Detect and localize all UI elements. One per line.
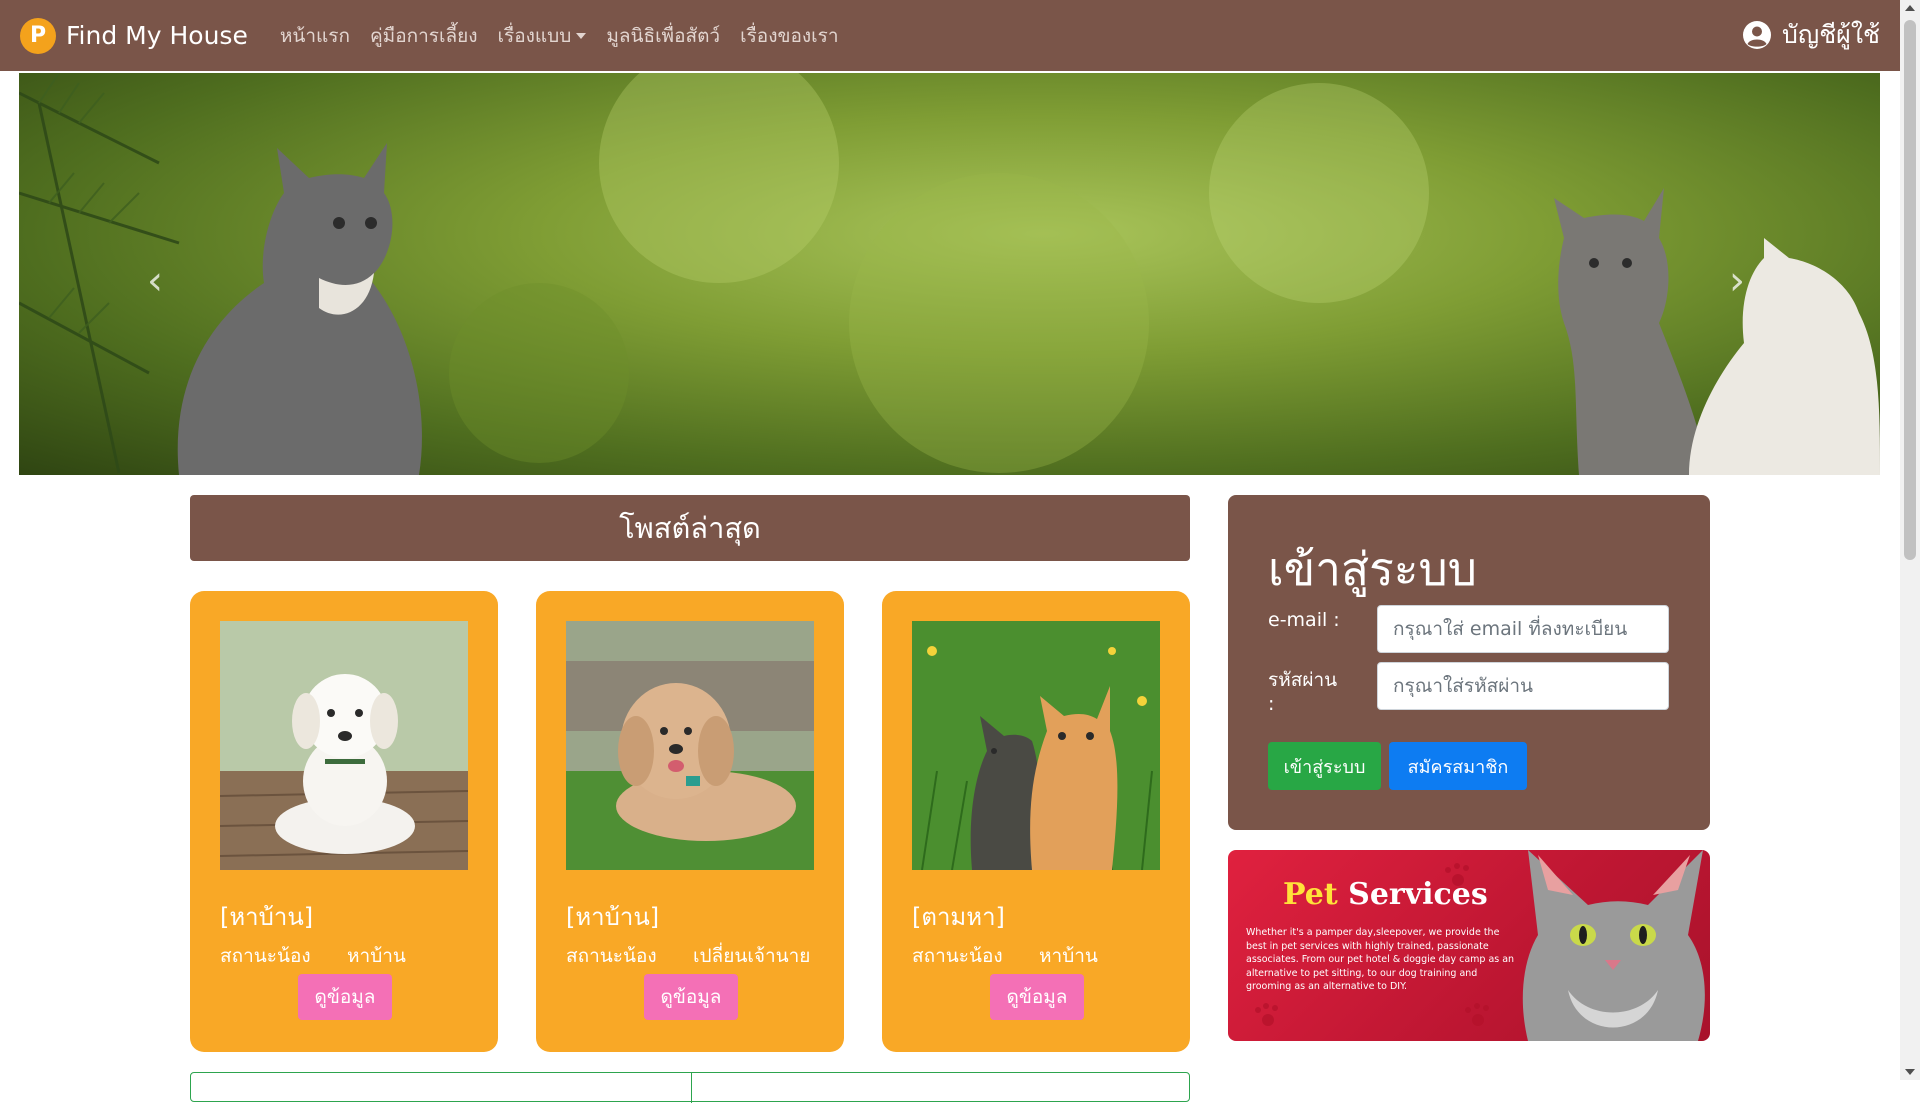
banner-title-services: Services (1348, 877, 1488, 912)
carousel-prev-icon[interactable]: ‹ (147, 258, 163, 304)
post-type: [ตามหา] (912, 903, 1005, 931)
login-title: เข้าสู่ระบบ (1268, 542, 1477, 596)
post-status-value: หาบ้าน (347, 945, 406, 967)
scroll-down-arrow-icon[interactable] (1905, 1069, 1915, 1075)
email-label: e-mail : (1268, 609, 1340, 631)
post-status-label: สถานะน้อง (566, 945, 657, 967)
two-kittens-image (912, 621, 1160, 870)
nav-item-stories-dropdown[interactable]: เรื่องแบบ (498, 21, 587, 51)
post-type: [หาบ้าน] (220, 903, 314, 931)
view-details-button[interactable]: ดูข้อมูล (990, 974, 1084, 1020)
register-button[interactable]: สมัครสมาชิก (1389, 742, 1527, 790)
banner-title-pet: Pet (1283, 877, 1338, 912)
banner-title: Pet Services (1283, 877, 1488, 912)
login-panel: เข้าสู่ระบบ e-mail : รหัสผ่าน : เข้าสู่ร… (1228, 495, 1710, 830)
nav-item-foundation[interactable]: มูลนิธิเพื่อสัตว์ (606, 21, 720, 51)
account-label: บัญชีผู้ใช้ (1782, 20, 1880, 49)
email-field[interactable] (1377, 605, 1669, 653)
password-label: รหัสผ่าน (1268, 669, 1338, 691)
post-status-value: เปลี่ยนเจ้านาย (693, 945, 811, 967)
brand-link[interactable]: P Find My House (20, 17, 248, 54)
page-scrollbar[interactable] (1900, 0, 1920, 1080)
hero-kittens-image (19, 73, 1880, 475)
nav-item-about[interactable]: เรื่องของเรา (740, 21, 838, 51)
post-status-label: สถานะน้อง (912, 945, 1003, 967)
brand-name: Find My House (66, 21, 248, 50)
brand-logo-icon: P (20, 17, 56, 54)
post-status-label: สถานะน้อง (220, 945, 311, 967)
post-card: [ตามหา] สถานะน้อง หาบ้าน ดูข้อมูล (882, 591, 1190, 1052)
view-details-button[interactable]: ดูข้อมูล (644, 974, 738, 1020)
account-menu[interactable]: บัญชีผู้ใช้ (1742, 15, 1880, 55)
post-card: [หาบ้าน] สถานะน้อง หาบ้าน ดูข้อมูล (190, 591, 498, 1052)
carousel-next-icon[interactable]: › (1729, 258, 1745, 304)
section-divider (691, 1073, 692, 1103)
hero-carousel: ‹ › (19, 73, 1880, 475)
scroll-up-arrow-icon[interactable] (1905, 5, 1915, 11)
banner-description: Whether it's a pamper day,sleepover, we … (1246, 927, 1515, 992)
top-navbar: P Find My House หน้าแรก คู่มือการเลี้ยง … (0, 0, 1900, 71)
password-field[interactable] (1377, 662, 1669, 710)
next-section-box (190, 1072, 1190, 1103)
poodle-dog-image (566, 621, 814, 870)
post-type: [หาบ้าน] (566, 903, 660, 931)
nav-item-home[interactable]: หน้าแรก (280, 21, 350, 51)
view-details-button[interactable]: ดูข้อมูล (298, 974, 392, 1020)
post-card: [หาบ้าน] สถานะน้อง เปลี่ยนเจ้านาย ดูข้อม… (536, 591, 844, 1052)
user-circle-icon (1743, 21, 1772, 49)
password-label-colon: : (1268, 693, 1275, 715)
pet-services-banner[interactable]: Pet Services Whether it's a pamper day,s… (1228, 850, 1710, 1041)
latest-posts-header: โพสต์ล่าสุด (190, 495, 1190, 561)
nav-item-care-guide[interactable]: คู่มือการเลี้ยง (370, 21, 478, 51)
post-status-value: หาบ้าน (1039, 945, 1098, 967)
login-button[interactable]: เข้าสู่ระบบ (1268, 742, 1381, 790)
nav-item-stories-label: เรื่องแบบ (497, 24, 572, 47)
caret-down-icon (576, 33, 587, 39)
white-puppy-image (220, 621, 468, 870)
scroll-thumb[interactable] (1904, 20, 1916, 560)
post-photo-puppy[interactable] (220, 621, 468, 870)
post-photo-poodle[interactable] (566, 621, 814, 870)
post-photo-kittens[interactable] (912, 621, 1160, 870)
